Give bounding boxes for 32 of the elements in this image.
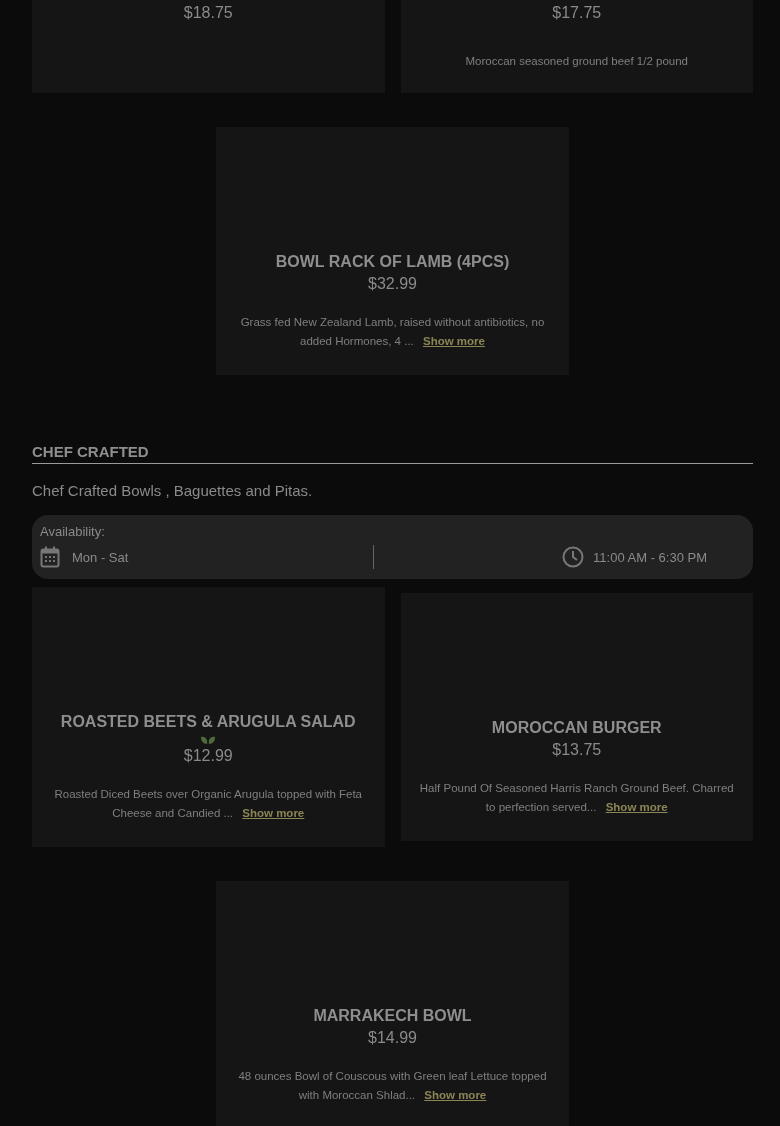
section-title: CHEF CRAFTED bbox=[32, 443, 753, 464]
item-description: 48 ounces Bowl of Couscous with Green leaf Lettuce topped with Moroccan Shlad... Show more bbox=[237, 1069, 548, 1103]
item-name: BOWL RACK OF LAMB (4PCS) bbox=[274, 252, 511, 272]
show-more-link[interactable]: Show more bbox=[423, 335, 485, 347]
menu-item-card[interactable]: MARRAKECH BOWL $14.99 48 ounces Bowl of Couscous with Green leaf Lettuce topped with Moroccan Shlad... Show more bbox=[216, 881, 569, 1126]
show-more-link[interactable]: Show more bbox=[424, 1089, 487, 1101]
availability-days: Mon - Sat bbox=[72, 549, 129, 565]
item-price: $14.99 bbox=[367, 1028, 418, 1048]
item-name: MOROCCAN BURGER bbox=[490, 718, 663, 738]
availability-label: Availability: bbox=[40, 524, 106, 539]
item-description: Half Pound Of Seasoned Harris Ranch Ground Beef. Charred to perfection served... Show more bbox=[418, 781, 735, 815]
item-price: $32.99 bbox=[367, 274, 418, 294]
item-price: $17.75 bbox=[551, 3, 603, 23]
calendar-icon bbox=[40, 546, 60, 568]
item-description: Grass fed New Zealand Lamb, raised without antibiotics, no added Hormones, 4 ... Show more bbox=[239, 315, 546, 349]
item-price: $12.99 bbox=[182, 746, 234, 766]
show-more-link[interactable]: Show more bbox=[242, 807, 305, 819]
menu-item-card[interactable]: BOWL RACK OF LAMB (4PCS) $32.99 Grass fed New Zealand Lamb, raised without antibiotics, no added Hormones, 4 ... Show more bbox=[216, 127, 569, 375]
item-price: $13.75 bbox=[551, 740, 603, 760]
item-description: Roasted Diced Beets over Organic Arugula topped with Feta Cheese and Candied ... Show more bbox=[53, 787, 363, 821]
section-description: Chef Crafted Bowls , Baguettes and Pitas. bbox=[32, 482, 314, 499]
menu-item-card[interactable]: $18.75 bbox=[32, 0, 385, 93]
show-more-link[interactable]: Show more bbox=[605, 801, 668, 813]
item-name: MARRAKECH BOWL bbox=[312, 1006, 473, 1026]
menu-item-card[interactable]: MOROCCAN BURGER $13.75 Half Pound Of Seasoned Harris Ranch Ground Beef. Charred to perfection served... Show more bbox=[400, 593, 753, 841]
availability-hours: 11:00 AM - 6:30 PM bbox=[593, 549, 707, 565]
clock-icon bbox=[562, 546, 585, 568]
item-name: ROASTED BEETS & ARUGULA SALAD bbox=[59, 712, 357, 732]
menu-item-card[interactable]: ROASTED BEETS & ARUGULA SALAD $12.99 Roasted Diced Beets over Organic Arugula topped with Feta Cheese and Candied ... Show more bbox=[32, 587, 385, 847]
menu-item-card[interactable]: $17.75 Moroccan seasoned ground beef 1/2 pound bbox=[400, 0, 753, 93]
item-description: Moroccan seasoned ground beef 1/2 pound bbox=[464, 54, 689, 69]
item-price: $18.75 bbox=[182, 3, 234, 23]
